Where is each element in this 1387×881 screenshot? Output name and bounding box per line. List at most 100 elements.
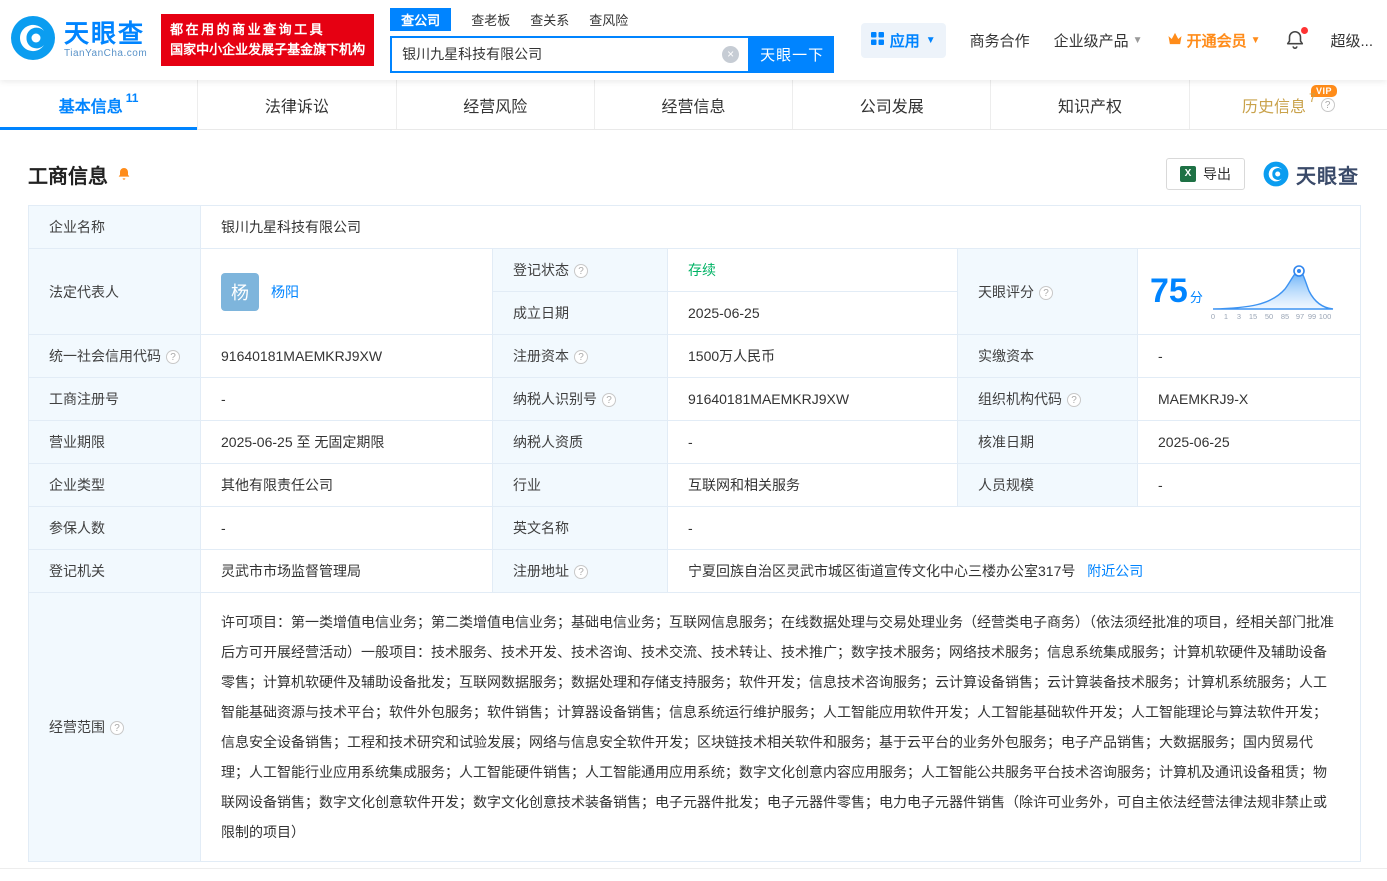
field-value-taxpayer-quality: - (667, 420, 958, 464)
svg-text:97: 97 (1296, 312, 1304, 321)
score-distribution-chart: 0 1 3 15 50 85 97 99 100 (1211, 264, 1333, 321)
table-row: 参保人数 - 英文名称 - (28, 506, 1362, 550)
chevron-down-icon: ▼ (1250, 34, 1261, 46)
svg-text:0: 0 (1211, 312, 1215, 321)
field-label-approval-date: 核准日期 (957, 420, 1138, 464)
svg-text:15: 15 (1249, 312, 1257, 321)
field-label-credit-code: 统一社会信用代码? (28, 334, 201, 378)
field-label-company-name: 企业名称 (28, 205, 201, 249)
field-value-company-type: 其他有限责任公司 (200, 463, 493, 507)
field-label-staff-size: 人员规模 (957, 463, 1138, 507)
field-value-reg-number: - (200, 377, 493, 421)
tab-operation-info[interactable]: 经营信息 (595, 80, 794, 129)
table-row: 企业类型 其他有限责任公司 行业 互联网和相关服务 人员规模 - (28, 463, 1362, 507)
export-button[interactable]: X 导出 (1166, 158, 1245, 190)
help-icon[interactable]: ? (574, 264, 588, 278)
table-row: 登记机关 灵武市市场监督管理局 注册地址? 宁夏回族自治区灵武市城区街道宣传文化… (28, 549, 1362, 593)
svg-text:1: 1 (1224, 312, 1228, 321)
field-label-industry: 行业 (492, 463, 668, 507)
tianyancha-watermark-logo: 天眼查 (1263, 160, 1359, 189)
apps-grid-icon (870, 31, 884, 49)
field-value-insured-count: - (200, 506, 493, 550)
tab-history-info[interactable]: VIP 历史信息 7 ? (1190, 80, 1387, 129)
search-tab-relation[interactable]: 查关系 (530, 10, 569, 29)
nav-enterprise-products[interactable]: 企业级产品 ▼ (1054, 30, 1143, 51)
field-value-establish-date: 2025-06-25 (667, 291, 958, 335)
table-row: 法定代表人 杨 杨阳 登记状态? 存续 天眼评分? 75 分 0 1 3 15 … (28, 248, 1362, 335)
search-button[interactable]: 天眼一下 (750, 35, 835, 73)
table-row: 营业期限 2025-06-25 至 无固定期限 纳税人资质 - 核准日期 202… (28, 420, 1362, 464)
field-value-business-term: 2025-06-25 至 无固定期限 (200, 420, 493, 464)
tab-basic-info[interactable]: 基本信息 11 (0, 80, 199, 130)
field-label-reg-number: 工商注册号 (28, 377, 201, 421)
status-badge: 存续 (688, 262, 716, 278)
field-value-english-name: - (666, 506, 1362, 550)
field-label-english-name: 英文名称 (492, 506, 668, 550)
section-title: 工商信息 (28, 165, 108, 188)
field-label-paid-capital: 实缴资本 (957, 334, 1138, 378)
tab-legal-litigation[interactable]: 法律诉讼 (198, 80, 397, 129)
search-tab-boss[interactable]: 查老板 (471, 10, 510, 29)
field-value-reg-authority: 灵武市市场监督管理局 (200, 549, 493, 593)
field-label-score: 天眼评分? (957, 248, 1138, 335)
field-value-taxpayer-id: 91640181MAEMKRJ9XW (667, 377, 958, 421)
field-value-credit-code: 91640181MAEMKRJ9XW (200, 334, 493, 378)
svg-text:50: 50 (1265, 312, 1273, 321)
legal-rep-link[interactable]: 杨阳 (271, 282, 299, 302)
tab-intellectual-property[interactable]: 知识产权 (991, 80, 1190, 129)
help-icon[interactable]: ? (574, 350, 588, 364)
field-value-paid-capital: - (1136, 334, 1362, 378)
section-header: 工商信息 X 导出 天眼查 (28, 158, 1359, 190)
crown-icon (1167, 32, 1183, 49)
tianyancha-logo[interactable]: 天眼查 TianYanCha.com (10, 15, 147, 66)
help-icon[interactable]: ? (1320, 97, 1335, 112)
legal-rep-avatar[interactable]: 杨 (221, 272, 259, 311)
nearby-companies-link[interactable]: 附近公司 (1087, 563, 1143, 579)
help-icon[interactable]: ? (602, 393, 616, 407)
tab-count: 7 (1308, 90, 1316, 105)
notification-bell-icon[interactable] (1284, 27, 1309, 51)
score-value: 75 分 (1150, 272, 1203, 310)
nav-super-vip[interactable]: 超级... (1330, 30, 1373, 51)
table-row: 统一社会信用代码? 91640181MAEMKRJ9XW 注册资本? 1500万… (28, 334, 1362, 378)
search-tabs: 查公司 查老板 查关系 查风险 (390, 7, 834, 31)
field-value-business-scope: 许可项目：第一类增值电信业务；第二类增值电信业务；基础电信业务；互联网信息服务；… (199, 592, 1362, 862)
tianyancha-logo-icon (1263, 161, 1289, 187)
nav-business-cooperation[interactable]: 商务合作 (970, 30, 1030, 51)
clear-icon[interactable]: × (722, 45, 740, 63)
tab-operation-risk[interactable]: 经营风险 (397, 80, 595, 129)
nav-open-vip[interactable]: 开通会员 ▼ (1167, 30, 1261, 51)
chevron-down-icon: ▼ (1132, 34, 1143, 46)
help-icon[interactable]: ? (574, 565, 588, 579)
field-label-taxpayer-id: 纳税人识别号? (492, 377, 668, 421)
search-tab-risk[interactable]: 查风险 (589, 10, 628, 29)
help-icon[interactable]: ? (1039, 285, 1053, 300)
field-value-reg-capital: 1500万人民币 (667, 334, 958, 378)
logo-title: 天眼查 (64, 19, 146, 48)
company-detail-tabs: 基本信息 11 法律诉讼 经营风险 经营信息 公司发展 知识产权 VIP 历史信息… (0, 80, 1387, 130)
field-label-reg-capital: 注册资本? (492, 334, 668, 378)
table-row: 企业名称 银川九星科技有限公司 (28, 205, 1362, 249)
field-label-reg-address: 注册地址? (492, 549, 668, 593)
apps-menu-button[interactable]: 应用 ▼ (860, 22, 946, 58)
subscribe-bell-icon[interactable] (116, 166, 132, 182)
top-nav: 应用 ▼ 商务合作 企业级产品 ▼ 开通会员 ▼ 超级... (860, 22, 1373, 58)
apps-label: 应用 (889, 32, 920, 50)
notification-red-dot (1301, 27, 1309, 34)
field-label-business-scope: 经营范围? (28, 592, 201, 862)
table-row: 经营范围? 许可项目：第一类增值电信业务；第二类增值电信业务；基础电信业务；互联… (28, 592, 1362, 862)
search-area: 查公司 查老板 查关系 查风险 × 天眼一下 (390, 7, 835, 73)
field-label-reg-authority: 登记机关 (28, 549, 201, 593)
field-label-company-type: 企业类型 (28, 463, 201, 507)
field-value-company-name: 银川九星科技有限公司 (199, 205, 1362, 249)
tab-company-development[interactable]: 公司发展 (793, 80, 992, 129)
business-info-table: 企业名称 银川九星科技有限公司 法定代表人 杨 杨阳 登记状态? 存续 天眼评分… (28, 205, 1362, 862)
search-tab-company[interactable]: 查公司 (390, 7, 452, 31)
help-icon[interactable]: ? (166, 350, 180, 364)
help-icon[interactable]: ? (1067, 393, 1081, 407)
field-value-score: 75 分 0 1 3 15 50 85 97 99 100 (1136, 248, 1362, 335)
help-icon[interactable]: ? (110, 721, 124, 735)
slogan-line2: 国家中小企业发展子基金旗下机构 (170, 42, 366, 57)
search-input[interactable] (392, 37, 749, 71)
svg-text:85: 85 (1281, 312, 1289, 321)
